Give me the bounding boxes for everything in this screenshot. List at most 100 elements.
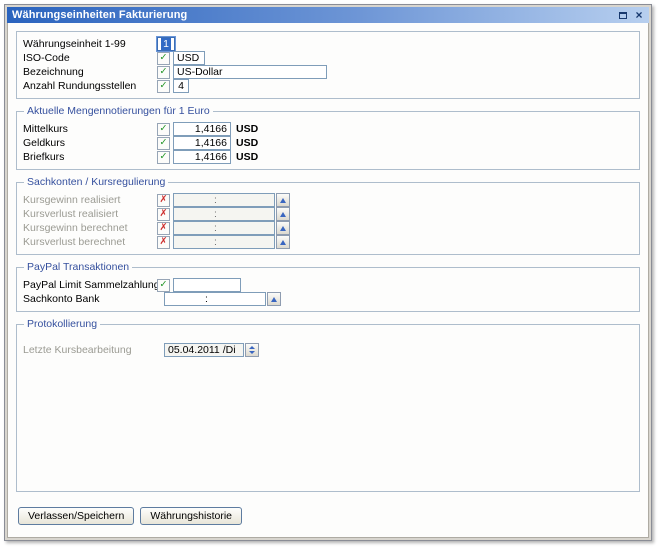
- waehrungseinheit-input[interactable]: 1: [157, 37, 175, 51]
- kursverlust-berechnet-input[interactable]: [173, 235, 275, 249]
- geldkurs-input[interactable]: [173, 136, 231, 150]
- briefkurs-toggle[interactable]: ✓: [157, 151, 170, 164]
- letzte-kursbearbeitung-spinner[interactable]: [245, 343, 259, 357]
- letzte-kursbearbeitung-input[interactable]: [164, 343, 244, 357]
- cross-icon: ✗: [160, 209, 168, 219]
- kursverlust-realisiert-label: Kursverlust realisiert: [23, 208, 157, 220]
- waehrungshistorie-button[interactable]: Währungshistorie: [140, 507, 242, 525]
- rundungsstellen-toggle[interactable]: ✓: [157, 80, 170, 93]
- kursgewinn-berechnet-toggle[interactable]: ✗: [157, 222, 170, 235]
- paypal-limit-input[interactable]: [173, 278, 241, 292]
- cross-icon: ✗: [160, 237, 168, 247]
- verlassen-speichern-button[interactable]: Verlassen/Speichern: [18, 507, 134, 525]
- lookup-arrow-icon: [280, 198, 286, 203]
- group-general: Währungseinheit 1-99 1 ISO-Code ✓ Bezeic…: [16, 31, 640, 99]
- kursgewinn-realisiert-input[interactable]: [173, 193, 275, 207]
- group-mengennotierungen: Aktuelle Mengennotierungen für 1 Euro Mi…: [16, 105, 640, 170]
- dialog-window: Währungseinheiten Fakturierung × Währung…: [4, 4, 652, 541]
- letzte-kursbearbeitung-row: Letzte Kursbearbeitung: [23, 343, 633, 357]
- iso-code-label: ISO-Code: [23, 52, 157, 64]
- kursgewinn-realisiert-label: Kursgewinn realisiert: [23, 194, 157, 206]
- mittelkurs-currency: USD: [236, 123, 258, 135]
- geldkurs-currency: USD: [236, 137, 258, 149]
- waehrungseinheit-row: Währungseinheit 1-99 1: [23, 37, 633, 51]
- group-paypal: PayPal Transaktionen PayPal Limit Sammel…: [16, 261, 640, 312]
- check-icon: ✓: [160, 152, 168, 162]
- kursverlust-realisiert-lookup-button[interactable]: [276, 207, 290, 221]
- rundungsstellen-row: Anzahl Rundungsstellen ✓: [23, 79, 633, 93]
- geldkurs-toggle[interactable]: ✓: [157, 137, 170, 150]
- bezeichnung-input[interactable]: [173, 65, 327, 79]
- footer-buttons: Verlassen/Speichern Währungshistorie: [16, 498, 640, 533]
- restore-icon: [619, 12, 627, 19]
- check-icon: ✓: [160, 138, 168, 148]
- group-sachkonten: Sachkonten / Kursregulierung Kursgewinn …: [16, 176, 640, 255]
- iso-code-toggle[interactable]: ✓: [157, 52, 170, 65]
- group-protokollierung: Protokollierung Letzte Kursbearbeitung: [16, 318, 640, 492]
- geldkurs-row: Geldkurs ✓ USD: [23, 136, 633, 150]
- check-icon: ✓: [160, 124, 168, 134]
- check-icon: ✓: [160, 81, 168, 91]
- window-title: Währungseinheiten Fakturierung: [12, 9, 614, 21]
- mengennotierungen-legend: Aktuelle Mengennotierungen für 1 Euro: [24, 105, 213, 117]
- protokollierung-legend: Protokollierung: [24, 318, 100, 330]
- mittelkurs-input[interactable]: [173, 122, 231, 136]
- briefkurs-label: Briefkurs: [23, 151, 157, 163]
- spinner-down-icon: [249, 351, 255, 354]
- mittelkurs-label: Mittelkurs: [23, 123, 157, 135]
- check-icon: ✓: [160, 67, 168, 77]
- cross-icon: ✗: [160, 195, 168, 205]
- check-icon: ✓: [160, 53, 168, 63]
- waehrungseinheit-label: Währungseinheit 1-99: [23, 38, 157, 50]
- paypal-limit-row: PayPal Limit Sammelzahlung ✓: [23, 278, 633, 292]
- kursverlust-realisiert-input[interactable]: [173, 207, 275, 221]
- mittelkurs-toggle[interactable]: ✓: [157, 123, 170, 136]
- bezeichnung-toggle[interactable]: ✓: [157, 66, 170, 79]
- cross-icon: ✗: [160, 223, 168, 233]
- mittelkurs-row: Mittelkurs ✓ USD: [23, 122, 633, 136]
- paypal-limit-label: PayPal Limit Sammelzahlung: [23, 279, 157, 291]
- spinner-up-icon: [249, 346, 255, 349]
- lookup-arrow-icon: [271, 297, 277, 302]
- geldkurs-label: Geldkurs: [23, 137, 157, 149]
- sachkonto-bank-row: Sachkonto Bank: [23, 292, 633, 306]
- lookup-arrow-icon: [280, 240, 286, 245]
- lookup-arrow-icon: [280, 212, 286, 217]
- rundungsstellen-label: Anzahl Rundungsstellen: [23, 80, 157, 92]
- paypal-limit-toggle[interactable]: ✓: [157, 279, 170, 292]
- sachkonto-bank-input[interactable]: [164, 292, 266, 306]
- iso-code-row: ISO-Code ✓: [23, 51, 633, 65]
- kursgewinn-berechnet-input[interactable]: [173, 221, 275, 235]
- briefkurs-row: Briefkurs ✓ USD: [23, 150, 633, 164]
- kursgewinn-berechnet-label: Kursgewinn berechnet: [23, 222, 157, 234]
- bezeichnung-row: Bezeichnung ✓: [23, 65, 633, 79]
- kursverlust-berechnet-label: Kursverlust berechnet: [23, 236, 157, 248]
- paypal-legend: PayPal Transaktionen: [24, 261, 132, 273]
- restore-button[interactable]: [616, 9, 630, 22]
- kursgewinn-realisiert-row: Kursgewinn realisiert ✗: [23, 193, 633, 207]
- kursgewinn-realisiert-lookup-button[interactable]: [276, 193, 290, 207]
- dialog-content: Währungseinheit 1-99 1 ISO-Code ✓ Bezeic…: [7, 23, 649, 538]
- briefkurs-currency: USD: [236, 151, 258, 163]
- briefkurs-input[interactable]: [173, 150, 231, 164]
- lookup-arrow-icon: [280, 226, 286, 231]
- kursgewinn-realisiert-toggle[interactable]: ✗: [157, 194, 170, 207]
- kursverlust-realisiert-toggle[interactable]: ✗: [157, 208, 170, 221]
- kursverlust-berechnet-lookup-button[interactable]: [276, 235, 290, 249]
- sachkonto-bank-lookup-button[interactable]: [267, 292, 281, 306]
- iso-code-input[interactable]: [173, 51, 205, 65]
- rundungsstellen-input[interactable]: [173, 79, 189, 93]
- check-icon: ✓: [160, 280, 168, 290]
- kursverlust-berechnet-row: Kursverlust berechnet ✗: [23, 235, 633, 249]
- selected-text: 1: [161, 38, 171, 50]
- titlebar[interactable]: Währungseinheiten Fakturierung ×: [7, 7, 649, 23]
- bezeichnung-label: Bezeichnung: [23, 66, 157, 78]
- kursgewinn-berechnet-lookup-button[interactable]: [276, 221, 290, 235]
- sachkonten-legend: Sachkonten / Kursregulierung: [24, 176, 168, 188]
- sachkonto-bank-label: Sachkonto Bank: [23, 293, 157, 305]
- kursverlust-realisiert-row: Kursverlust realisiert ✗: [23, 207, 633, 221]
- close-button[interactable]: ×: [632, 9, 646, 22]
- kursgewinn-berechnet-row: Kursgewinn berechnet ✗: [23, 221, 633, 235]
- letzte-kursbearbeitung-label: Letzte Kursbearbeitung: [23, 344, 157, 356]
- kursverlust-berechnet-toggle[interactable]: ✗: [157, 236, 170, 249]
